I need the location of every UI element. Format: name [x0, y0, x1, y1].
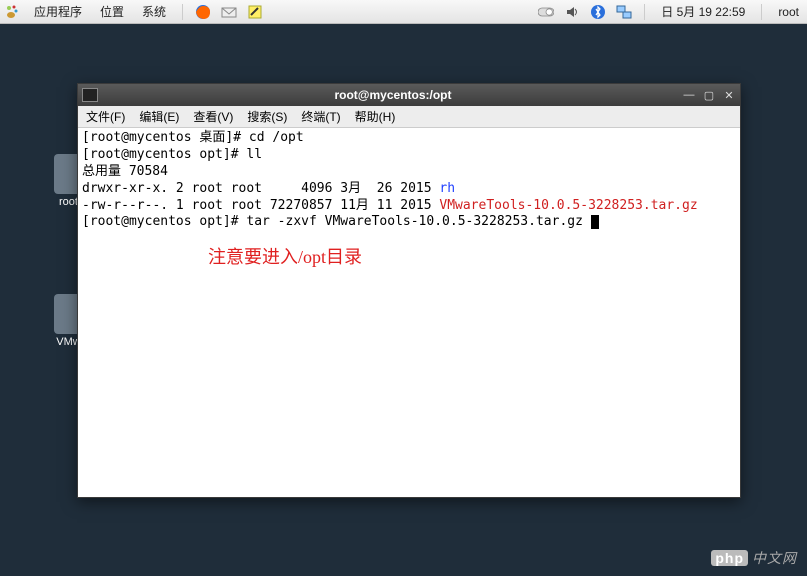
bluetooth-icon[interactable]: [590, 4, 606, 20]
terminal-window: root@mycentos:/opt — ▢ ✕ 文件(F) 编辑(E) 查看(…: [77, 83, 741, 498]
annotation-text: 注意要进入/opt目录: [208, 246, 362, 269]
firefox-icon[interactable]: [195, 4, 211, 20]
close-button[interactable]: ✕: [722, 88, 736, 102]
volume-icon[interactable]: [564, 4, 580, 20]
menubar: 文件(F) 编辑(E) 查看(V) 搜索(S) 终端(T) 帮助(H): [78, 106, 740, 128]
output-line: drwxr-xr-x. 2 root root 4096 3月 26 2015: [82, 181, 439, 196]
watermark-brand: php: [711, 550, 748, 566]
input-method-icon[interactable]: [538, 4, 554, 20]
top-panel: 应用程序 位置 系统 日 5月 19 22:59 root: [0, 0, 807, 24]
menu-help[interactable]: 帮助(H): [355, 108, 396, 125]
watermark: php中文网: [711, 548, 797, 568]
window-title: root@mycentos:/opt: [104, 88, 682, 102]
prompt: [root@mycentos 桌面]#: [82, 130, 249, 145]
window-controls: — ▢ ✕: [682, 88, 736, 102]
panel-left: 应用程序 位置 系统: [4, 3, 263, 20]
prompt: [root@mycentos opt]#: [82, 214, 246, 229]
output-line: -rw-r--r--. 1 root root 72270857 11月 11 …: [82, 198, 439, 213]
terminal-icon: [82, 88, 98, 102]
desktop: root… VMw… root@mycentos:/opt — ▢ ✕ 文件(F…: [0, 24, 807, 576]
watermark-text: 中文网: [752, 550, 797, 566]
menu-terminal[interactable]: 终端(T): [301, 108, 340, 125]
menu-edit[interactable]: 编辑(E): [139, 108, 179, 125]
menu-system[interactable]: 系统: [138, 3, 170, 20]
command: cd /opt: [249, 130, 304, 145]
panel-right: 日 5月 19 22:59 root: [538, 3, 803, 20]
menu-file[interactable]: 文件(F): [86, 108, 125, 125]
terminal-body[interactable]: [root@mycentos 桌面]# cd /opt [root@mycent…: [78, 128, 740, 497]
maximize-button[interactable]: ▢: [702, 88, 716, 102]
gnome-foot-icon[interactable]: [4, 4, 20, 20]
terminal-cursor: [591, 215, 599, 229]
dir-name: rh: [439, 181, 455, 196]
menu-places[interactable]: 位置: [96, 3, 128, 20]
output-line: 总用量 70584: [82, 164, 168, 179]
separator: [644, 4, 645, 20]
archive-name: VMwareTools-10.0.5-3228253.tar.gz: [439, 198, 697, 213]
notes-icon[interactable]: [247, 4, 263, 20]
minimize-button[interactable]: —: [682, 88, 696, 102]
command: tar -zxvf VMwareTools-10.0.5-3228253.tar…: [246, 214, 590, 229]
network-icon[interactable]: [616, 4, 632, 20]
separator: [761, 4, 762, 20]
command: ll: [246, 147, 262, 162]
menu-view[interactable]: 查看(V): [193, 108, 233, 125]
menu-applications[interactable]: 应用程序: [30, 3, 86, 20]
titlebar[interactable]: root@mycentos:/opt — ▢ ✕: [78, 84, 740, 106]
separator: [182, 4, 183, 20]
user-menu[interactable]: root: [774, 5, 803, 19]
menu-search[interactable]: 搜索(S): [247, 108, 287, 125]
prompt: [root@mycentos opt]#: [82, 147, 246, 162]
clock[interactable]: 日 5月 19 22:59: [657, 3, 749, 20]
mail-icon[interactable]: [221, 4, 237, 20]
